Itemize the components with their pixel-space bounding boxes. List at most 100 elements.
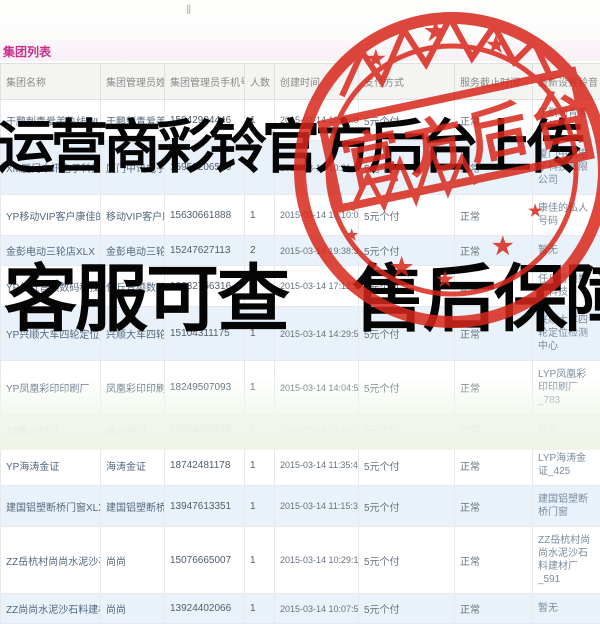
table-cell: 尚尚 — [101, 594, 165, 624]
table-cell: 2015-03-14 10:10:04 — [275, 195, 359, 236]
list-title-bar: 集团列表 — [0, 40, 600, 61]
table-row[interactable]: YP兴顺大车四轮定位检测中心兴顺大车四轮定位检测中心15104311175120… — [1, 307, 600, 361]
table-cell: 厦门中讯电子科技 — [101, 141, 165, 195]
table-cell: 海涛金证 — [101, 445, 165, 486]
table-cell: 移动VIP客户康佳 — [101, 195, 165, 236]
table-cell: 1 — [245, 100, 275, 141]
table-cell: 正常 — [455, 141, 533, 195]
table-cell: 建国铝塑断桥门窗XLX — [1, 486, 101, 527]
table-cell: 于鹏刺青爱美热线 — [101, 100, 165, 141]
column-header: 支付方式 — [359, 64, 455, 100]
table-cell: 18232766316 — [165, 266, 245, 307]
table-cell: 5元个付 — [359, 594, 455, 624]
table-cell: 厦门中讯电子科技有限公司 — [533, 141, 600, 195]
table-cell: 任丘音频数码科技 — [533, 266, 600, 307]
table-cell: ZZ岳杭村尚尚水泥沙石料建材厂_591 — [533, 527, 600, 594]
table-cell: 2015-03-14 10:07:57 — [275, 594, 359, 624]
table-cell: YP海涛金证 — [1, 445, 101, 486]
table-cell: YP任丘音频数码科技 — [1, 266, 101, 307]
table-cell: 康佳的私人号码 — [533, 195, 600, 236]
table-row[interactable]: YP任丘音频数码科技任丘音频数码科技1823276631612015-03-14… — [1, 266, 600, 307]
table-cell: 正常 — [455, 594, 533, 624]
table-cell: 15104311175 — [165, 307, 245, 361]
table-cell: 2015-03-14 10:29:19 — [275, 527, 359, 594]
table-row[interactable]: YP移动VIP客户康佳的私人号码移动VIP客户康佳156306618881201… — [1, 195, 600, 236]
table-cell: 正常 — [455, 445, 533, 486]
table-cell: 1 — [245, 195, 275, 236]
table-cell: 18742481178 — [165, 445, 245, 486]
column-header: 最新设置铃音 — [533, 64, 600, 100]
table-cell: YP兴顺大车四轮定位检测中心 — [1, 307, 101, 361]
table-body: 于鹏刺青爱美热线WL于鹏刺青爱美热线1594290444612015-03-14… — [1, 100, 600, 624]
table-cell: 2 — [245, 236, 275, 266]
table-cell: 金彭电动三轮店XLX — [1, 236, 101, 266]
table-cell: 兴顺大车四轮定位检测中心 — [533, 307, 600, 361]
table-row[interactable]: XM厦门中讯电子科技厦门中讯电子科技1595920652012015-03-14… — [1, 141, 600, 195]
table-cell: XM厦门中讯电子科技 — [1, 141, 101, 195]
table-cell: 15630661888 — [165, 195, 245, 236]
table-cell: 5元个付 — [359, 445, 455, 486]
table-cell: 15959206520 — [165, 141, 245, 195]
table-cell: 1 — [245, 307, 275, 361]
table-cell: 金彭电动三轮店 — [101, 236, 165, 266]
table-cell: 正常 — [455, 195, 533, 236]
table-cell: ZZ岳杭村尚尚水泥沙石料建材厂 — [1, 527, 101, 594]
table-cell: ZZ尚尚水泥沙石料建材厂 — [1, 594, 101, 624]
table-row[interactable]: YP海涛金证海涛金证1874248117812015-03-14 11:35:4… — [1, 445, 600, 486]
table-cell: 1 — [245, 141, 275, 195]
table-cell: 正常 — [455, 266, 533, 307]
table-cell: 2015-03-14 19:38:30 — [275, 236, 359, 266]
table-cell: 5元个付 — [359, 266, 455, 307]
table-cell: 15247627113 — [165, 236, 245, 266]
table-cell: 1 — [245, 527, 275, 594]
table-cell: 5元个付 — [359, 486, 455, 527]
table-header-row: 集团名称集团管理员姓名集团管理员手机号码人数创建时间支付方式服务截止时间最新设置… — [1, 64, 600, 100]
table-cell: 1 — [245, 486, 275, 527]
table-cell: 2015-03-14 11:15:31 — [275, 486, 359, 527]
table-cell: 5元个付 — [359, 100, 455, 141]
table-cell: 正常 — [455, 527, 533, 594]
table-row[interactable]: 建国铝塑断桥门窗XLX建国铝塑断桥门窗1394761335112015-03-1… — [1, 486, 600, 527]
table-cell: LYP海涛金证_425 — [533, 445, 600, 486]
table-cell: 5元个付 — [359, 141, 455, 195]
bottom-fade — [0, 378, 600, 450]
table-row[interactable]: ZZ尚尚水泥沙石料建材厂尚尚1392440206612015-03-14 10:… — [1, 594, 600, 624]
column-header: 集团管理员手机号码 — [165, 64, 245, 100]
table-cell: 建国铝塑断桥门窗 — [533, 486, 600, 527]
table-cell: 5元个付 — [359, 527, 455, 594]
column-header: 集团名称 — [1, 64, 101, 100]
table-cell: 5元个付 — [359, 236, 455, 266]
table-cell: 1 — [245, 266, 275, 307]
table-cell: 2015-03-14 14:29:53 — [275, 307, 359, 361]
table-cell: 2015-03-14 10:21:35 — [275, 141, 359, 195]
table-cell: 于鹏刺青爱美热线WL — [1, 100, 101, 141]
table-cell: 正常 — [455, 307, 533, 361]
table-cell: 正常 — [455, 236, 533, 266]
table-cell: 建国铝塑断桥门窗 — [101, 486, 165, 527]
table-cell: 兴顺大车四轮定位检测中心 — [101, 307, 165, 361]
table-cell: 15942904446 — [165, 100, 245, 141]
table-cell: 2015-03-14 17:12:56 — [275, 266, 359, 307]
table-cell: 2015-03-14 11:35:47 — [275, 445, 359, 486]
table-row[interactable]: 于鹏刺青爱美热线WL于鹏刺青爱美热线1594290444612015-03-14… — [1, 100, 600, 141]
table-cell: 2015-03-14 10:36:04 — [275, 100, 359, 141]
column-header: 人数 — [245, 64, 275, 100]
table-cell: 5元个付 — [359, 307, 455, 361]
table-cell: 暂无 — [533, 594, 600, 624]
table-cell: 尚尚 — [101, 527, 165, 594]
column-header: 集团管理员姓名 — [101, 64, 165, 100]
page: ‖ 集团列表 集团名称集团管理员姓名集团管理员手机号码人数创建时间支付方式服务截… — [0, 0, 600, 450]
table-row[interactable]: 金彭电动三轮店XLX金彭电动三轮店1524762711322015-03-14 … — [1, 236, 600, 266]
table-cell: 1 — [245, 594, 275, 624]
table-cell: 1 — [245, 445, 275, 486]
page-title: 集团列表 — [0, 40, 600, 63]
table-cell: 13924402066 — [165, 594, 245, 624]
table-cell: 15076665007 — [165, 527, 245, 594]
table-row[interactable]: ZZ岳杭村尚尚水泥沙石料建材厂尚尚1507666500712015-03-14 … — [1, 527, 600, 594]
column-header: 创建时间 — [275, 64, 359, 100]
table-cell: 正常 — [455, 486, 533, 527]
table-cell: 正常 — [455, 100, 533, 141]
browser-top-area: ‖ — [0, 0, 600, 40]
window-edge-mark: ‖ — [186, 2, 191, 17]
table-cell: 任丘音频数码科技 — [101, 266, 165, 307]
